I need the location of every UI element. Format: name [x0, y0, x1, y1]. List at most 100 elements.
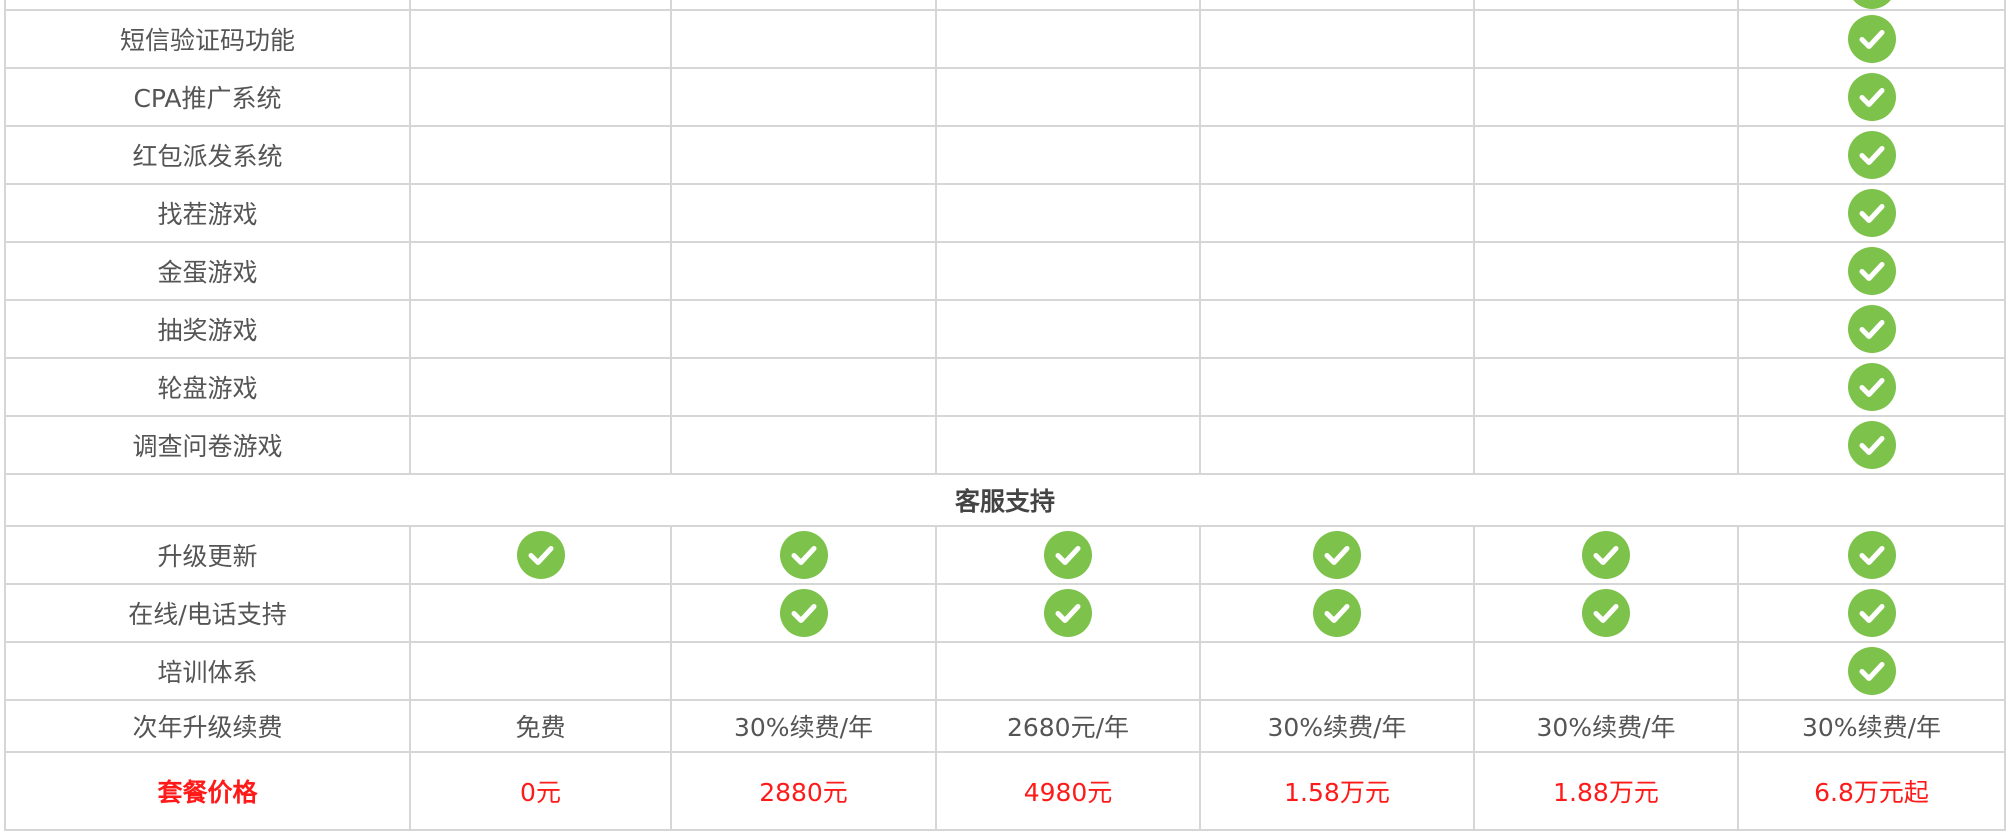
- plan-cell-3: [935, 9, 1201, 69]
- plan-cell-1: [409, 9, 672, 69]
- check-circle-icon-partial: [1847, 0, 1896, 9]
- plan-cell-2: [670, 299, 937, 359]
- table-row: CPA推广系统: [4, 67, 2006, 127]
- table-row: 短信验证码功能: [4, 9, 2006, 69]
- plan-cell-6: [1737, 125, 2006, 185]
- plan-cell-1: [409, 299, 672, 359]
- feature-label: CPA推广系统: [4, 67, 411, 127]
- table-row: 抽奖游戏: [4, 299, 2006, 359]
- check-circle-icon: [779, 531, 828, 579]
- plan-cell-5: [1473, 9, 1739, 69]
- check-circle-icon: [1847, 647, 1896, 695]
- check-circle-icon: [1847, 421, 1896, 469]
- plan-cell-3: [935, 357, 1201, 417]
- plan-cell-2: [670, 357, 937, 417]
- check-circle-icon: [779, 589, 828, 637]
- plan-cell-1: [409, 67, 672, 127]
- feature-label: 调查问卷游戏: [4, 415, 411, 475]
- plan-cell-3: [935, 183, 1201, 243]
- plan-cell-6: [1737, 9, 2006, 69]
- plan-cell-5: [1473, 583, 1739, 643]
- check-circle-icon: [1847, 189, 1896, 237]
- plan-cell-2: [670, 415, 937, 475]
- plan-cell-4: [1199, 183, 1475, 243]
- plan-cell-2: [670, 9, 937, 69]
- table-row: 调查问卷游戏: [4, 415, 2006, 475]
- plan-cell-1: [409, 241, 672, 301]
- section-header-row: 客服支持: [4, 473, 2006, 527]
- plan-cell-3: [935, 125, 1201, 185]
- plan-cell-3: [935, 641, 1201, 701]
- package-price-value-1: 0元: [409, 751, 672, 831]
- plan-cell-6: [1737, 525, 2006, 585]
- check-circle-icon: [1313, 589, 1361, 637]
- plan-cell-2: [670, 525, 937, 585]
- plan-cell-3: [935, 241, 1201, 301]
- package-price-value-4: 1.58万元: [1199, 751, 1475, 831]
- plan-cell-5: [1473, 241, 1739, 301]
- plan-cell-4: [1199, 415, 1475, 475]
- plan-cell-2: [670, 641, 937, 701]
- check-circle-icon: [1847, 131, 1896, 179]
- plan-cell-3: [935, 583, 1201, 643]
- plan-cell-5: [1473, 415, 1739, 475]
- plan-cell-2: [670, 183, 937, 243]
- renewal-fee-value-1: 免费: [409, 699, 672, 753]
- check-circle-icon: [1044, 531, 1092, 579]
- plan-cell-3: [935, 299, 1201, 359]
- plan-cell-5: [1473, 641, 1739, 701]
- plan-cell-6: [1737, 299, 2006, 359]
- plan-cell-1: [409, 183, 672, 243]
- plan-cell-6: [1737, 67, 2006, 127]
- plan-cell-2: [670, 583, 937, 643]
- plan-cell-1: [409, 125, 672, 185]
- plan-cell-6: [1737, 241, 2006, 301]
- plan-cell-2: [670, 125, 937, 185]
- check-circle-icon: [1313, 531, 1361, 579]
- renewal-fee-label: 次年升级续费: [4, 699, 411, 753]
- pricing-comparison-table-frame: 短信验证码功能 CPA推广系统 红包派发系统 找茬游戏 金蛋游戏 抽奖游戏 轮盘游戏 调查问卷…: [4, 0, 2006, 831]
- plan-cell-1: [409, 525, 672, 585]
- check-circle-icon: [1847, 589, 1896, 637]
- plan-cell-1: [409, 583, 672, 643]
- feature-label: 金蛋游戏: [4, 241, 411, 301]
- plan-cell-6: [1737, 183, 2006, 243]
- plan-cell-4: [1199, 9, 1475, 69]
- package-price-value-5: 1.88万元: [1473, 751, 1739, 831]
- table-row: 在线/电话支持: [4, 583, 2006, 643]
- package-price-value-6: 6.8万元起: [1737, 751, 2006, 831]
- plan-cell-5: [1473, 67, 1739, 127]
- renewal-fee-value-2: 30%续费/年: [670, 699, 937, 753]
- table-row: 红包派发系统: [4, 125, 2006, 185]
- plan-cell-5: [1473, 125, 1739, 185]
- check-circle-icon: [516, 531, 565, 579]
- table-row: 升级更新: [4, 525, 2006, 585]
- plan-cell-4: [1199, 125, 1475, 185]
- renewal-fee-value-5: 30%续费/年: [1473, 699, 1739, 753]
- plan-cell-5: [1473, 299, 1739, 359]
- package-price-label: 套餐价格: [4, 751, 411, 831]
- table-row-cut-off: [4, 0, 2006, 11]
- plan-cell-5: [1473, 357, 1739, 417]
- plan-cell-1: [409, 357, 672, 417]
- check-circle-icon: [1582, 589, 1630, 637]
- plan-cell-4: [1199, 641, 1475, 701]
- plan-cell-3: [935, 67, 1201, 127]
- table-row: 金蛋游戏: [4, 241, 2006, 301]
- pricing-comparison-table: 短信验证码功能 CPA推广系统 红包派发系统 找茬游戏 金蛋游戏 抽奖游戏 轮盘游戏 调查问卷…: [4, 0, 2006, 831]
- renewal-fee-row: 次年升级续费 免费 30%续费/年 2680元/年 30%续费/年 30%续费/年 30%续…: [4, 699, 2006, 753]
- plan-cell-6: [1737, 583, 2006, 643]
- plan-cell-4: [1199, 583, 1475, 643]
- plan-cell-4: [1199, 357, 1475, 417]
- plan-cell-2: [670, 241, 937, 301]
- check-circle-icon: [1847, 363, 1896, 411]
- plan-cell-3: [935, 415, 1201, 475]
- feature-label: 短信验证码功能: [4, 9, 411, 69]
- plan-cell-4: [1199, 241, 1475, 301]
- check-circle-icon: [1582, 531, 1630, 579]
- plan-cell-4: [1199, 299, 1475, 359]
- package-price-value-2: 2880元: [670, 751, 937, 831]
- package-price-value-3: 4980元: [935, 751, 1201, 831]
- check-circle-icon: [1044, 589, 1092, 637]
- feature-label: 红包派发系统: [4, 125, 411, 185]
